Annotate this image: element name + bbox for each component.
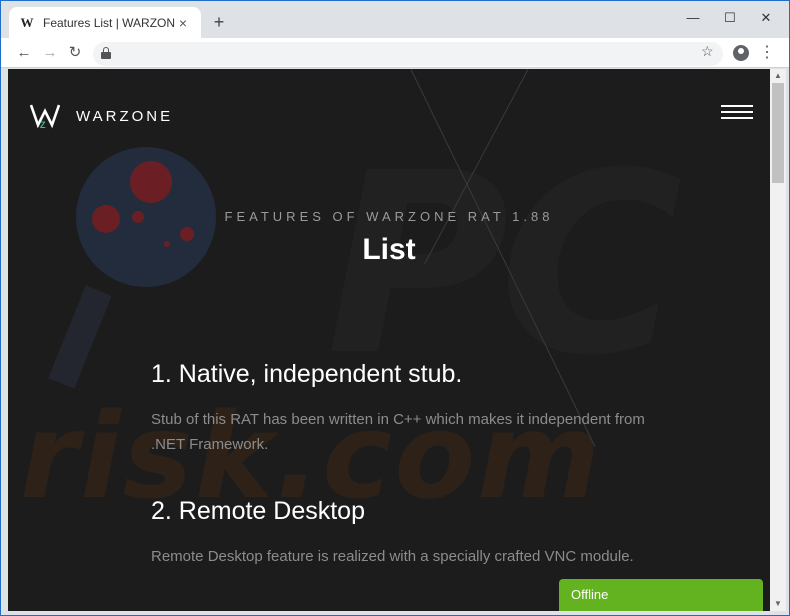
site-logo[interactable]: Z WARZONE bbox=[30, 103, 173, 129]
scroll-up-arrow-icon[interactable]: ▲ bbox=[770, 69, 786, 83]
scroll-down-arrow-icon[interactable]: ▼ bbox=[770, 597, 786, 611]
feature-heading: 1. Native, independent stub. bbox=[151, 360, 463, 388]
lock-icon[interactable] bbox=[101, 47, 111, 59]
browser-menu-icon[interactable]: ⋮ bbox=[759, 42, 775, 62]
browser-window: W Features List | WARZONE × + — ☐ ✕ ← → … bbox=[0, 0, 790, 616]
maximize-button[interactable]: ☐ bbox=[715, 7, 745, 29]
bookmark-star-icon[interactable]: ☆ bbox=[701, 43, 714, 60]
tab-title: Features List | WARZONE bbox=[43, 15, 175, 30]
back-button[interactable]: ← bbox=[13, 42, 35, 64]
feature-description: Remote Desktop feature is realized with … bbox=[151, 548, 634, 565]
close-window-button[interactable]: ✕ bbox=[751, 7, 781, 29]
svg-text:Z: Z bbox=[40, 120, 46, 129]
reload-button[interactable]: ↻ bbox=[64, 42, 86, 64]
page-subtitle: FEATURES OF WARZONE RAT 1.88 bbox=[224, 209, 554, 224]
scroll-thumb[interactable] bbox=[772, 83, 784, 183]
watermark-dot bbox=[130, 161, 172, 203]
profile-icon[interactable] bbox=[733, 45, 749, 61]
new-tab-button[interactable]: + bbox=[209, 12, 229, 32]
hamburger-menu-icon[interactable] bbox=[721, 105, 753, 123]
watermark-magnifier-handle bbox=[48, 285, 112, 389]
logo-text: WARZONE bbox=[76, 107, 174, 125]
tab-strip: W Features List | WARZONE × + — ☐ ✕ bbox=[1, 1, 789, 38]
minimize-button[interactable]: — bbox=[678, 7, 708, 29]
page-viewport: PC risk.com Z WARZONE FEATURES OF WARZON… bbox=[8, 69, 770, 611]
chat-status-badge[interactable]: Offline bbox=[559, 579, 763, 611]
tab-features-list[interactable]: W Features List | WARZONE × bbox=[9, 7, 201, 38]
feature-description: Stub of this RAT has been written in C++… bbox=[151, 411, 645, 453]
forward-button[interactable]: → bbox=[39, 42, 61, 64]
page-scrollbar[interactable]: ▲ ▼ bbox=[770, 69, 786, 611]
warzone-logo-icon: Z bbox=[30, 103, 60, 129]
warzone-favicon-icon: W bbox=[20, 14, 34, 30]
browser-toolbar: ← → ↻ ☆ ⋮ bbox=[1, 38, 789, 68]
feature-heading: 2. Remote Desktop bbox=[151, 497, 365, 525]
page-title: List bbox=[362, 233, 416, 266]
address-bar[interactable] bbox=[93, 42, 723, 66]
close-tab-icon[interactable]: × bbox=[175, 15, 191, 31]
